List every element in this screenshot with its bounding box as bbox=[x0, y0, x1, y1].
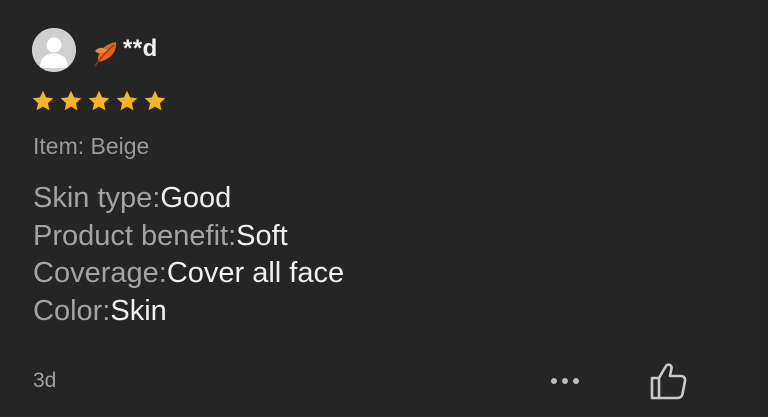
thumbs-up-icon bbox=[650, 363, 687, 400]
more-dots-icon bbox=[551, 378, 557, 384]
star-icon bbox=[144, 90, 166, 111]
attribute-value: Soft bbox=[236, 219, 288, 252]
attribute-coverage: Coverage:Cover all face bbox=[33, 255, 344, 293]
user-silhouette-icon bbox=[32, 28, 76, 72]
attribute-product-benefit: Product benefit:Soft bbox=[33, 218, 344, 256]
attribute-key: Coverage: bbox=[33, 257, 167, 289]
more-dots-icon bbox=[573, 378, 579, 384]
star-rating bbox=[31, 89, 167, 113]
star-icon bbox=[116, 90, 138, 111]
attribute-value: Cover all face bbox=[166, 257, 345, 289]
attribute-value: Skin bbox=[110, 294, 167, 327]
like-button[interactable] bbox=[648, 360, 690, 402]
item-variant: Item: Beige bbox=[33, 133, 150, 159]
more-options-button[interactable] bbox=[545, 370, 585, 392]
attribute-key: Product benefit: bbox=[33, 219, 237, 252]
avatar[interactable] bbox=[32, 28, 76, 72]
review-attributes: Skin type:Good Product benefit:Soft Cove… bbox=[33, 180, 344, 330]
autumn-leaf-icon bbox=[94, 42, 117, 67]
more-dots-icon bbox=[562, 378, 568, 384]
star-icon bbox=[32, 90, 54, 111]
review-age: 3d bbox=[33, 369, 57, 392]
attribute-key: Color: bbox=[33, 294, 111, 327]
star-icon bbox=[88, 90, 110, 111]
attribute-color: Color:Skin bbox=[33, 293, 344, 331]
username: **d bbox=[123, 35, 158, 62]
attribute-key: Skin type: bbox=[33, 182, 161, 214]
attribute-skin-type: Skin type:Good bbox=[33, 180, 344, 218]
attribute-value: Good bbox=[160, 182, 232, 214]
star-icon bbox=[60, 90, 82, 111]
